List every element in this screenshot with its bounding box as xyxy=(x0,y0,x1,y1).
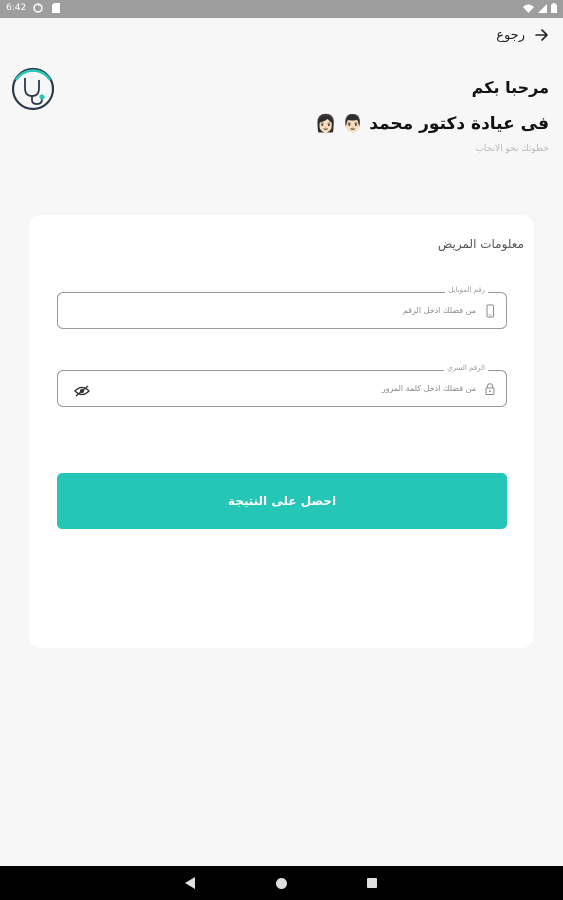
clinic-heading: فى عيادة دكتور محمد 👨🏻 👩🏻 xyxy=(315,114,549,134)
nav-back-icon[interactable] xyxy=(185,877,195,889)
sync-icon xyxy=(33,3,43,16)
get-result-button[interactable]: احصل على النتيجة xyxy=(57,473,507,529)
sd-card-icon xyxy=(52,3,60,16)
nav-home-icon[interactable] xyxy=(276,878,287,889)
back-label: رجوع xyxy=(496,28,525,43)
status-time: 6:42 xyxy=(6,3,27,13)
battery-icon xyxy=(551,3,557,16)
status-bar: 6:42 xyxy=(0,0,563,18)
password-field-label: الرقم السري xyxy=(444,364,488,372)
back-button[interactable]: رجوع xyxy=(496,26,549,45)
clinic-logo xyxy=(10,66,56,112)
signal-icon xyxy=(538,3,547,16)
phone-icon xyxy=(483,303,497,318)
nav-recent-icon[interactable] xyxy=(367,878,377,888)
navigation-bar xyxy=(0,866,563,900)
lock-icon xyxy=(483,381,497,395)
wifi-icon xyxy=(523,4,534,16)
tagline: خطوتك نحو الانجاب xyxy=(475,144,549,154)
password-input[interactable] xyxy=(94,380,476,396)
eye-off-icon[interactable] xyxy=(74,382,90,397)
stethoscope-icon xyxy=(24,78,40,97)
password-field[interactable]: الرقم السري xyxy=(57,364,507,407)
mobile-input[interactable] xyxy=(94,302,476,318)
mobile-field-label: رقم الموبايل xyxy=(445,286,488,294)
welcome-heading: مرحبا بكم xyxy=(471,78,549,97)
mobile-field[interactable]: رقم الموبايل xyxy=(57,286,507,329)
arrow-right-icon xyxy=(535,26,549,45)
patient-info-card: معلومات المريض رقم الموبايل الرقم السري … xyxy=(29,215,534,648)
card-title: معلومات المريض xyxy=(437,237,524,251)
